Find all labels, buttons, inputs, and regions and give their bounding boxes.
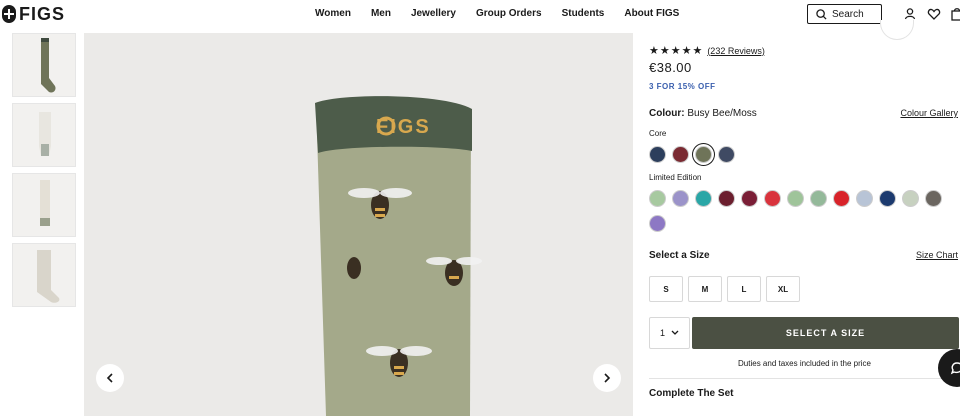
nav-women[interactable]: Women [315,8,351,19]
sock-side-thumbnail-icon [40,180,50,226]
limited-swatch-13[interactable] [925,190,942,207]
gallery-prev-button[interactable] [96,364,124,392]
core-swatch-4[interactable] [718,146,735,163]
nav-students[interactable]: Students [562,8,605,19]
thumbnail-3[interactable] [12,173,76,237]
gallery-next-button[interactable] [593,364,621,392]
select-size-label: Select a Size [649,250,710,261]
size-s-button[interactable]: S [649,276,683,302]
core-swatch-2[interactable] [672,146,689,163]
search-icon [816,8,827,20]
limited-swatch-8[interactable] [810,190,827,207]
core-swatches [649,146,949,171]
site-header: FIGS Women Men Jewellery Group Orders St… [0,0,960,30]
rating-row: ★★★★★ (232 Reviews) [649,44,960,57]
chat-bubble-icon [950,362,960,375]
core-swatch-1[interactable] [649,146,666,163]
limited-swatch-7[interactable] [787,190,804,207]
figs-logo[interactable]: FIGS [2,4,65,24]
main-nav: Women Men Jewellery Group Orders Student… [315,8,699,19]
limited-swatch-6[interactable] [764,190,781,207]
duties-note: Duties and taxes included in the price [738,359,871,368]
complete-the-set-heading: Complete The Set [649,388,734,399]
select-size-button[interactable]: SELECT A SIZE [692,317,959,349]
cart-bag-icon[interactable] [950,7,960,21]
quantity-value: 1 [659,328,665,338]
nav-men[interactable]: Men [371,8,391,19]
limited-swatch-3[interactable] [695,190,712,207]
product-image-gallery: FIGS [84,33,633,416]
colour-label: Colour: [649,108,685,119]
sock-worn-thumbnail-icon [37,250,60,303]
logo-text: FIGS [19,3,66,24]
quantity-select[interactable]: 1 [649,317,690,349]
colour-value: Busy Bee/Moss [687,108,757,119]
thumbnail-2[interactable] [12,103,76,167]
product-price: €38.00 [649,60,692,75]
size-xl-button[interactable]: XL [766,276,800,302]
reviews-link[interactable]: (232 Reviews) [707,46,765,56]
cart-row: 1 SELECT A SIZE [649,317,960,349]
sock-product-image: FIGS [315,96,482,416]
divider [649,378,960,379]
limited-swatch-14[interactable] [649,215,666,232]
nav-group-orders[interactable]: Group Orders [476,8,542,19]
core-swatch-3[interactable] [695,146,712,163]
chevron-right-icon [604,373,611,383]
thumbnail-list [12,33,76,313]
promo-text: 3 FOR 15% OFF [649,82,716,91]
search-label: Search [832,8,864,20]
limited-swatch-10[interactable] [856,190,873,207]
limited-swatches [649,190,949,240]
size-options: S M L XL [649,276,960,302]
colour-row: Colour: Busy Bee/Moss Colour Gallery [649,108,960,119]
core-label: Core [649,129,667,138]
size-l-button[interactable]: L [727,276,761,302]
star-rating-icon: ★★★★★ [649,45,704,57]
size-chart-link[interactable]: Size Chart [916,250,958,260]
logo-mark-icon [2,5,16,23]
limited-swatch-4[interactable] [718,190,735,207]
limited-swatch-1[interactable] [649,190,666,207]
limited-swatch-9[interactable] [833,190,850,207]
limited-swatch-5[interactable] [741,190,758,207]
colour-gallery-link[interactable]: Colour Gallery [900,108,958,118]
wishlist-heart-icon[interactable] [927,7,941,21]
thumbnail-4[interactable] [12,243,76,307]
chevron-down-icon [671,330,679,335]
nav-about[interactable]: About FIGS [624,8,679,19]
search-button[interactable]: Search [807,4,882,24]
size-m-button[interactable]: M [688,276,722,302]
size-header: Select a Size Size Chart [649,250,960,261]
limited-swatch-12[interactable] [902,190,919,207]
limited-edition-label: Limited Edition [649,173,702,182]
chevron-left-icon [106,373,113,383]
limited-swatch-2[interactable] [672,190,689,207]
limited-swatch-11[interactable] [879,190,896,207]
product-details-panel: ★★★★★ (232 Reviews) €38.00 3 FOR 15% OFF… [649,33,960,399]
thumbnail-1[interactable] [12,33,76,97]
nav-jewellery[interactable]: Jewellery [411,8,456,19]
account-icon[interactable] [903,7,917,21]
sock-thumbnail-icon [41,38,56,93]
sock-back-thumbnail-icon [39,112,51,156]
